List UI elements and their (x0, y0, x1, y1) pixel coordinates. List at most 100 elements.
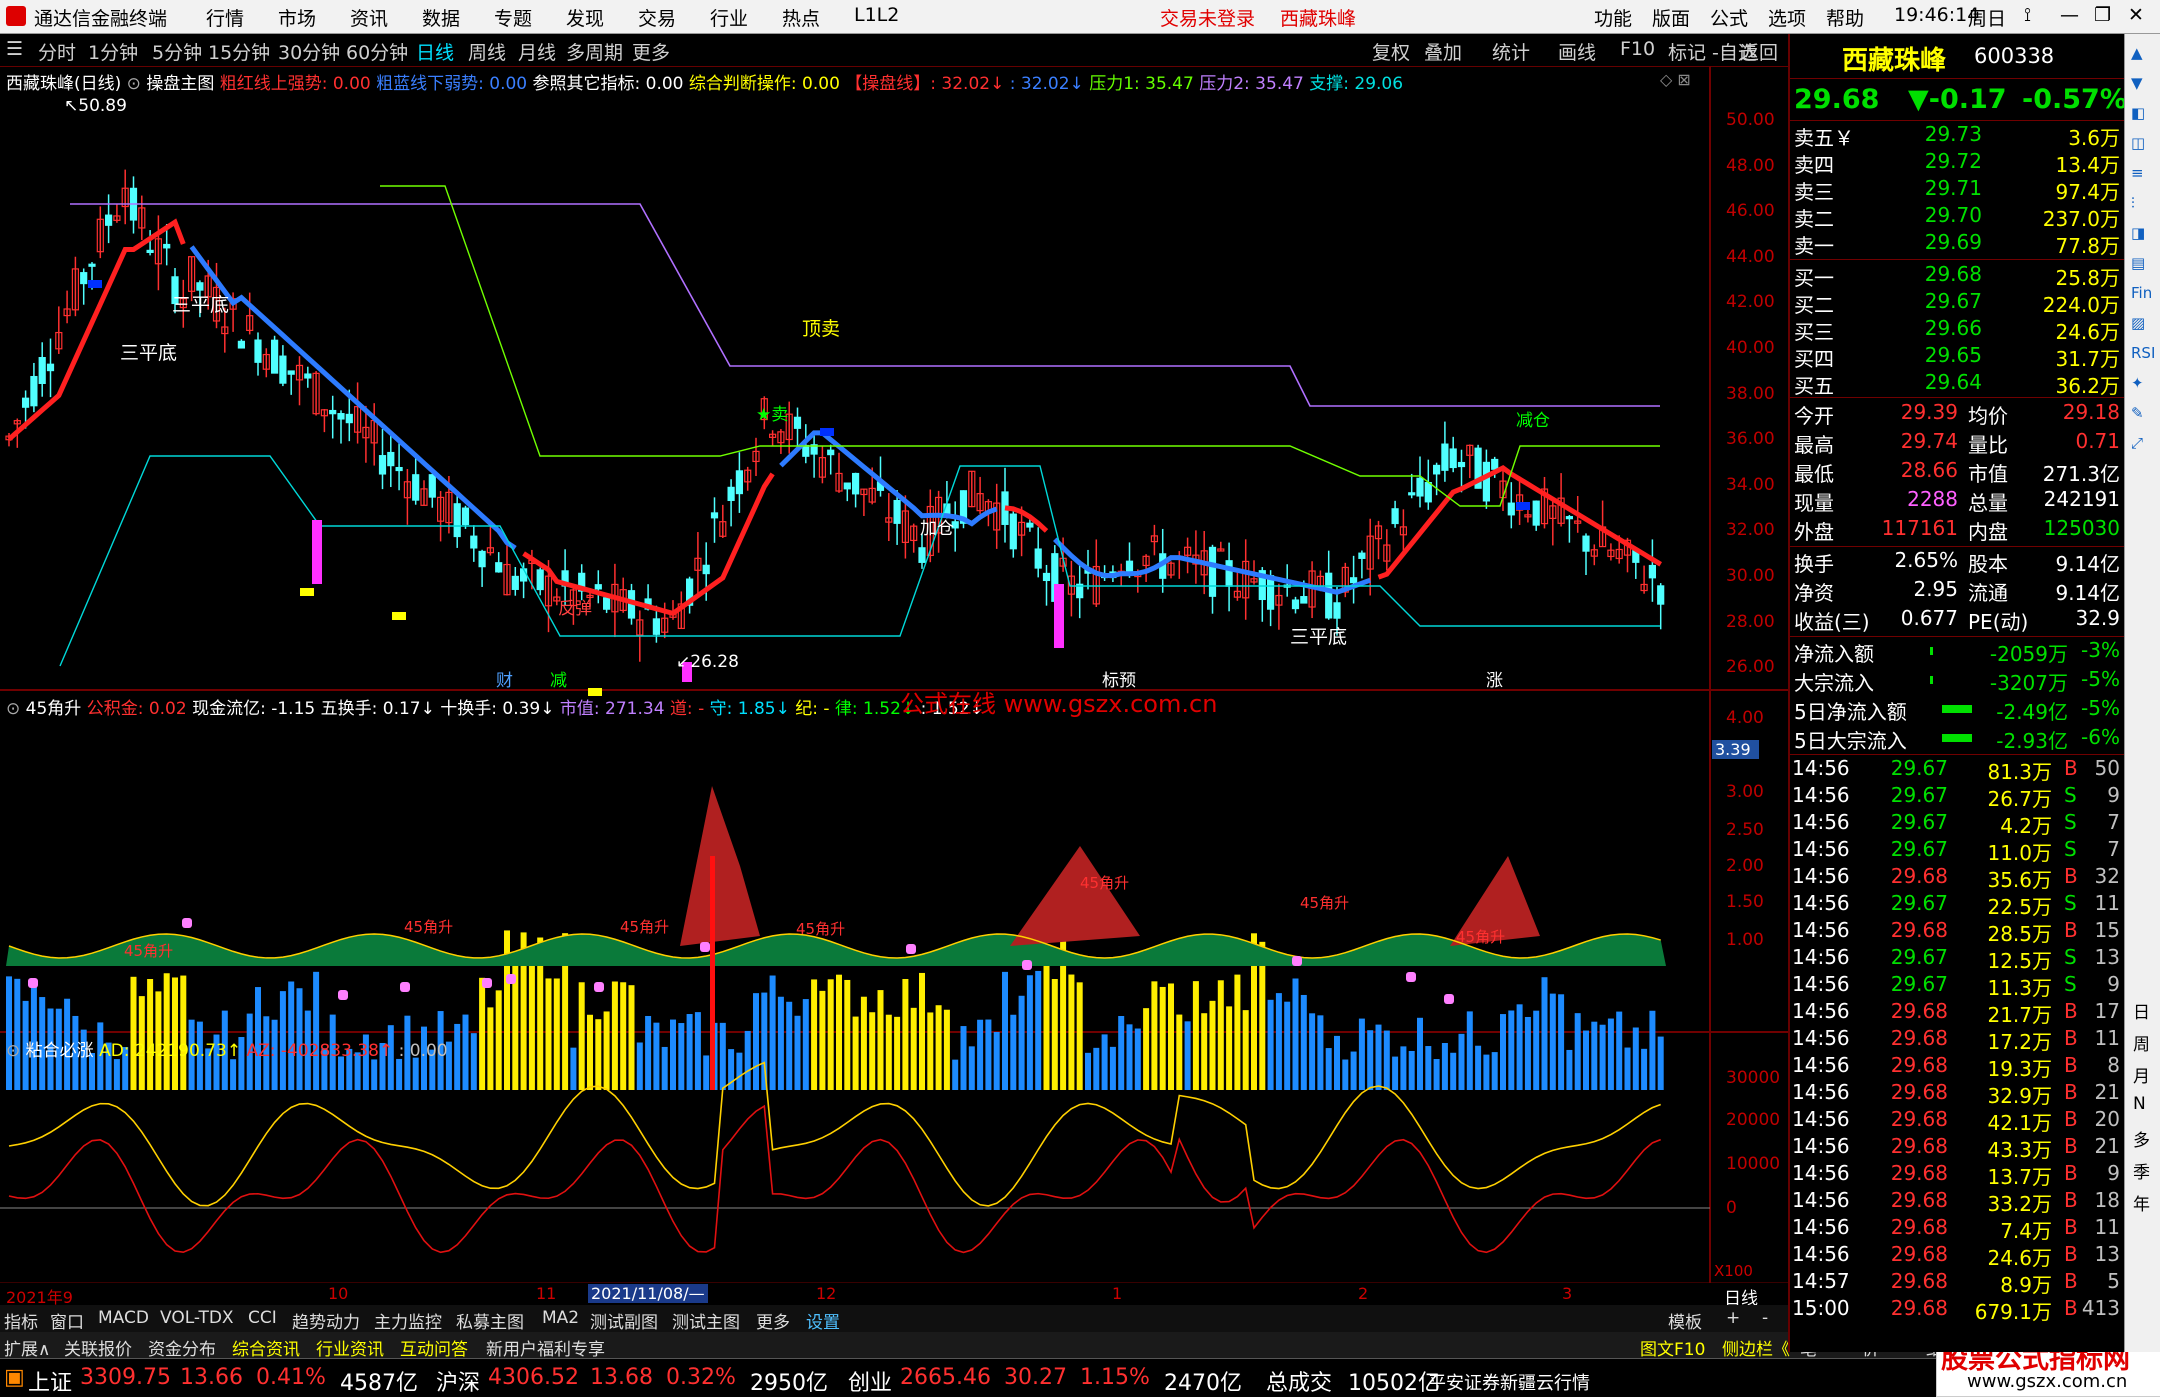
close-icon[interactable]: ✕ (2128, 4, 2144, 26)
menu-bangzhu[interactable]: 帮助 (1826, 4, 1864, 31)
period-monthly[interactable]: 月线 (518, 38, 556, 65)
tick-count: 13 (2094, 945, 2120, 969)
btn-f10[interactable]: F10 (1620, 38, 1655, 60)
sidebar-tool-icon[interactable]: ◨ (2131, 224, 2145, 242)
btn-biaoji[interactable]: 标记 (1668, 38, 1706, 65)
sidebar-tool-icon[interactable]: RSI (2131, 344, 2155, 362)
sh-name[interactable]: 上证 (28, 1365, 72, 1397)
menu-hangye[interactable]: 行业 (710, 4, 748, 31)
sidebar-tool-icon[interactable]: ▼ (2131, 74, 2143, 92)
tab-template[interactable]: 模板 (1668, 1308, 1702, 1333)
period-multi[interactable]: 多周期 (566, 38, 623, 65)
menu-xuanxiang[interactable]: 选项 (1768, 4, 1806, 31)
period-5min[interactable]: 5分钟 (152, 38, 202, 65)
ind2-dropdown-icon[interactable]: ⊙ (6, 1041, 20, 1061)
tab-macd[interactable]: MACD (98, 1308, 149, 1328)
tab-test-sub[interactable]: 测试副图 (590, 1308, 658, 1333)
sidebar-tool-icon[interactable]: ◧ (2131, 104, 2145, 122)
menu-jiaoyi[interactable]: 交易 (638, 4, 676, 31)
sidebar-period-5[interactable]: 季 (2133, 1158, 2150, 1183)
main-formula-name[interactable]: 操盘主图 (146, 74, 214, 94)
sidebar-period-6[interactable]: 年 (2133, 1190, 2150, 1215)
sidebar-tool-icon[interactable]: ◫ (2131, 134, 2145, 152)
menu-l1l2[interactable]: L1L2 (854, 4, 899, 26)
btn-fanhui[interactable]: 返回 (1740, 38, 1778, 65)
tab2-related-quote[interactable]: 关联报价 (64, 1335, 132, 1360)
tab2-new-user[interactable]: 新用户福利专享 (486, 1335, 605, 1360)
menu-gongshi[interactable]: 公式 (1710, 4, 1748, 31)
period-weekly[interactable]: 周线 (468, 38, 506, 65)
tab-remove[interactable]: - (1762, 1308, 1768, 1328)
sidebar-tool-icon[interactable]: ▲ (2131, 44, 2143, 62)
toolbar-menu-icon[interactable]: ☰ (6, 38, 23, 60)
sidebar-tool-icon[interactable]: ⫶ (2131, 194, 2135, 212)
period-1min[interactable]: 1分钟 (88, 38, 138, 65)
tab-settings[interactable]: 设置 (806, 1308, 840, 1333)
btn-fuquan[interactable]: 复权 (1372, 38, 1410, 65)
menu-zhuanti[interactable]: 专题 (494, 4, 532, 31)
tick-volume: 21.7万 (1987, 1003, 2052, 1027)
chart-area[interactable]: 西藏珠峰(日线) ⊙ 操盘主图 粗红线上强势: 0.00 粗蓝线下弱势: 0.0… (0, 66, 1788, 1309)
sidebar-period-0[interactable]: 日 (2133, 998, 2150, 1023)
period-15min[interactable]: 15分钟 (208, 38, 270, 65)
tab-test-main[interactable]: 测试主图 (672, 1308, 740, 1333)
formula-dropdown-icon[interactable]: ⊙ (127, 74, 141, 94)
btn-diejia[interactable]: 叠加 (1424, 38, 1462, 65)
ind1-dropdown-icon[interactable]: ⊙ (6, 699, 20, 719)
sidebar-tool-icon[interactable]: ✦ (2131, 374, 2144, 392)
tab-add[interactable]: + (1726, 1308, 1740, 1328)
minimize-icon[interactable]: — (2060, 4, 2079, 26)
restore-icon[interactable]: ❐ (2094, 4, 2111, 26)
sidebar-period-3[interactable]: N (2133, 1094, 2146, 1114)
sidebar-tool-icon[interactable]: Fin (2131, 284, 2152, 302)
period-more[interactable]: 更多 (632, 38, 670, 65)
tab-indicator[interactable]: 指标 (4, 1308, 38, 1333)
pin-icon[interactable]: ⟟ (2024, 4, 2031, 26)
tab-private-main[interactable]: 私募主图 (456, 1308, 524, 1333)
tab-vol-tdx[interactable]: VOL-TDX (160, 1308, 234, 1328)
ind2-title[interactable]: 粘合必涨 (26, 1041, 94, 1061)
chart-canvas[interactable] (0, 66, 1788, 1283)
sidebar-period-4[interactable]: 多 (2133, 1126, 2150, 1151)
menu-faxian[interactable]: 发现 (566, 4, 604, 31)
tab-window[interactable]: 窗口 (50, 1308, 84, 1333)
btn-tongji[interactable]: 统计 (1492, 38, 1530, 65)
sidebar-period-1[interactable]: 周 (2133, 1030, 2150, 1055)
sidebar-tool-icon[interactable]: ≡ (2131, 164, 2144, 182)
sidebar-tool-icon[interactable]: ▤ (2131, 254, 2145, 272)
tab2-industry-news[interactable]: 行业资讯 (316, 1335, 384, 1360)
tab2-expand[interactable]: 扩展∧ (4, 1335, 50, 1360)
menu-hangqing[interactable]: 行情 (206, 4, 244, 31)
tab-ma2[interactable]: MA2 (542, 1308, 579, 1328)
tab2-news[interactable]: 综合资讯 (232, 1335, 300, 1360)
tab2-fund-distribution[interactable]: 资金分布 (148, 1335, 216, 1360)
tab2-qa[interactable]: 互动问答 (400, 1335, 468, 1360)
login-status[interactable]: 交易未登录 (1160, 4, 1255, 31)
sidebar-period-2[interactable]: 月 (2133, 1062, 2150, 1087)
tab-more[interactable]: 更多 (756, 1308, 790, 1333)
menu-redian[interactable]: 热点 (782, 4, 820, 31)
sidebar-tool-icon[interactable]: ✎ (2131, 404, 2144, 422)
tab-trend-power[interactable]: 趋势动力 (292, 1308, 360, 1333)
menu-shichang[interactable]: 市场 (278, 4, 316, 31)
btn-huaxian[interactable]: 画线 (1558, 38, 1596, 65)
tab2-f10[interactable]: 图文F10 (1640, 1335, 1705, 1360)
period-30min[interactable]: 30分钟 (278, 38, 340, 65)
chart-settings-icons[interactable]: ◇ ⊠ (1660, 70, 1691, 89)
cy-name[interactable]: 创业 (848, 1365, 892, 1397)
menu-shuju[interactable]: 数据 (422, 4, 460, 31)
menu-gongneng[interactable]: 功能 (1594, 4, 1632, 31)
sidebar-tool-icon[interactable]: ⤢ (2131, 434, 2143, 452)
menu-zixun[interactable]: 资讯 (350, 4, 388, 31)
tab2-sidebar[interactable]: 侧边栏《 (1722, 1335, 1790, 1360)
sz-name[interactable]: 沪深 (436, 1365, 480, 1397)
tab-cci[interactable]: CCI (248, 1308, 277, 1328)
tab-main-monitor[interactable]: 主力监控 (374, 1308, 442, 1333)
period-60min[interactable]: 60分钟 (346, 38, 408, 65)
period-fenshi[interactable]: 分时 (38, 38, 76, 65)
sidebar-tool-icon[interactable]: ▨ (2131, 314, 2145, 332)
ind1-title[interactable]: 45角升 (26, 699, 82, 719)
menu-banmian[interactable]: 版面 (1652, 4, 1690, 31)
ask-volume: 77.8万 (2055, 234, 2120, 258)
period-daily[interactable]: 日线 (416, 38, 454, 65)
